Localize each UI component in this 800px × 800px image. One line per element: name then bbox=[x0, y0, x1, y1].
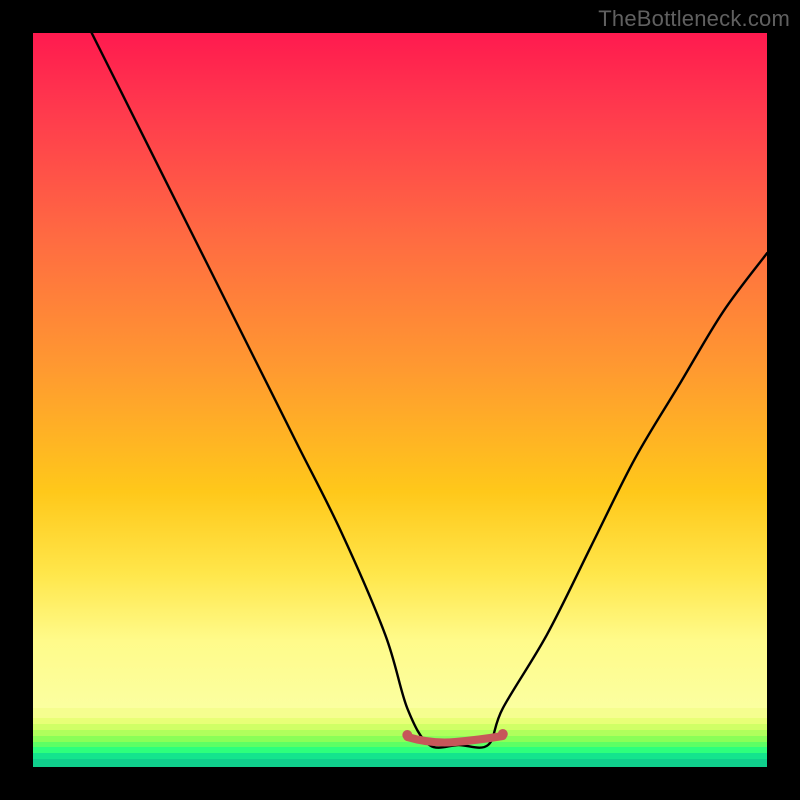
watermark-text: TheBottleneck.com bbox=[598, 6, 790, 32]
plot-area bbox=[33, 33, 767, 767]
bottleneck-curve bbox=[33, 33, 767, 767]
chart-frame: TheBottleneck.com bbox=[0, 0, 800, 800]
curve-path bbox=[92, 33, 767, 748]
